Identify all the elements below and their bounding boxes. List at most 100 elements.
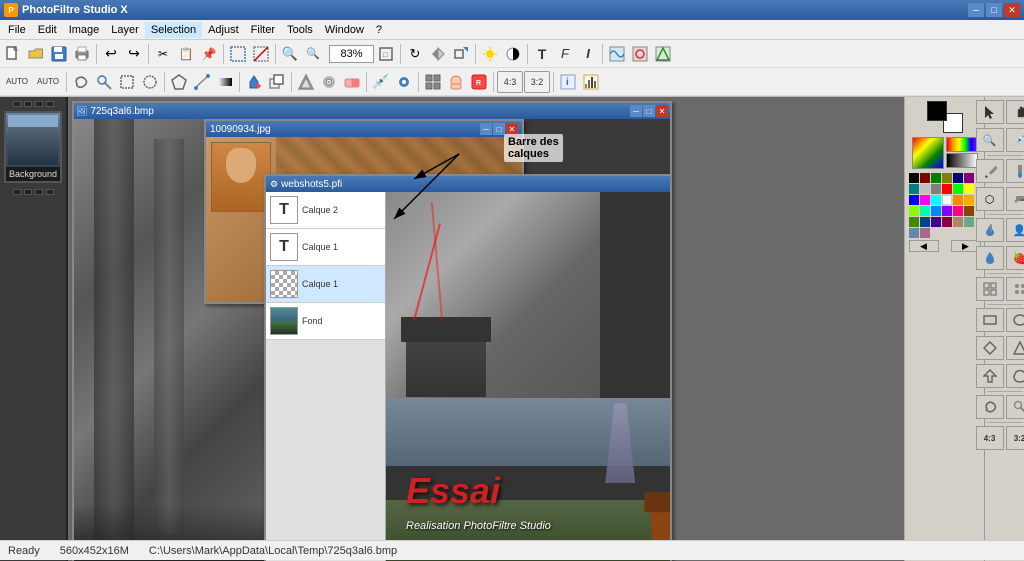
color-maroon[interactable] [920, 173, 930, 183]
tb-eraser[interactable] [341, 71, 363, 93]
tb-new[interactable] [2, 43, 24, 65]
tb-filter2[interactable] [629, 43, 651, 65]
menu-filter[interactable]: Filter [245, 22, 281, 38]
tb-histogram[interactable] [580, 71, 602, 93]
rt-rect-shape[interactable] [976, 308, 1004, 332]
tb-cut[interactable]: ✂ [152, 43, 174, 65]
tb-rect-select[interactable] [116, 71, 138, 93]
menu-tools[interactable]: Tools [281, 22, 319, 38]
rt-drop[interactable] [976, 246, 1004, 270]
rt-aspect-4-3[interactable]: 4:3 [976, 426, 1004, 450]
color-teal[interactable] [909, 184, 919, 194]
window-main-minimize[interactable]: ─ [630, 105, 642, 117]
hue-bar[interactable] [946, 137, 978, 152]
foreground-color-swatch[interactable] [927, 101, 947, 121]
app-minimize-button[interactable]: ─ [968, 3, 984, 17]
rt-diamond-shape[interactable] [976, 336, 1004, 360]
tb-zoom-out[interactable]: 🔍 [302, 43, 324, 65]
tb-aspect2[interactable]: 3:2 [524, 71, 550, 93]
rt-airbrush[interactable] [1006, 187, 1024, 211]
color-gray[interactable] [931, 184, 941, 194]
tb-select-all[interactable] [227, 43, 249, 65]
tb-brightness[interactable] [479, 43, 501, 65]
window-main-titlebar[interactable]: 🖼 725q3al6.bmp ─ □ ✕ [74, 103, 670, 119]
tb-flip[interactable] [427, 43, 449, 65]
tb-auto1[interactable]: AUTO [2, 71, 32, 93]
rt-strawberry[interactable]: 🍓 [1006, 246, 1024, 270]
rt-aspect-3-2[interactable]: 3:2 [1006, 426, 1024, 450]
menu-adjust[interactable]: Adjust [202, 22, 245, 38]
tb-mask[interactable] [445, 71, 467, 93]
window-main-maximize[interactable]: □ [643, 105, 655, 117]
rt-eyedropper[interactable]: 💉 [1006, 128, 1024, 152]
tb-undo[interactable]: ↩ [100, 43, 122, 65]
color-navy[interactable] [953, 173, 963, 183]
layer-item-fond[interactable]: Fond [266, 303, 385, 340]
color-indigo[interactable] [931, 217, 941, 227]
color-silver[interactable] [920, 184, 930, 194]
color-spring[interactable] [920, 206, 930, 216]
color-fuchsia[interactable] [920, 195, 930, 205]
tb-lasso[interactable] [70, 71, 92, 93]
tb-filter3[interactable] [652, 43, 674, 65]
rt-select-arrow[interactable] [976, 100, 1004, 124]
color-yellow[interactable] [964, 184, 974, 194]
menu-image[interactable]: Image [63, 22, 106, 38]
color-green[interactable] [931, 173, 941, 183]
rt-face[interactable]: 👤 [1006, 218, 1024, 242]
menu-layer[interactable]: Layer [105, 22, 145, 38]
menu-edit[interactable]: Edit [32, 22, 63, 38]
gray-bar[interactable] [946, 153, 978, 168]
tb-sharpen[interactable] [295, 71, 317, 93]
tb-magic-wand[interactable] [93, 71, 115, 93]
menu-help[interactable]: ? [370, 22, 388, 38]
tb-open[interactable] [25, 43, 47, 65]
color-azure[interactable] [931, 206, 941, 216]
rt-magic-wand2[interactable] [1006, 395, 1024, 419]
menu-file[interactable]: File [2, 22, 32, 38]
tb-fill[interactable] [243, 71, 265, 93]
color-lime2[interactable] [909, 206, 919, 216]
tb-blur[interactable] [318, 71, 340, 93]
menu-window[interactable]: Window [319, 22, 370, 38]
tb-text[interactable]: T [531, 43, 553, 65]
rt-arrow-shape[interactable] [976, 364, 1004, 388]
color-crimson[interactable] [942, 217, 952, 227]
tb-contrast[interactable] [502, 43, 524, 65]
tb-print[interactable] [71, 43, 93, 65]
window-main-close[interactable]: ✕ [656, 105, 668, 117]
window-jpg-minimize[interactable]: ─ [480, 123, 492, 135]
window-jpg-close[interactable]: ✕ [506, 123, 518, 135]
rt-pencil[interactable] [976, 159, 1004, 183]
tb-filter1[interactable] [606, 43, 628, 65]
color-rose[interactable] [953, 206, 963, 216]
color-black[interactable] [909, 173, 919, 183]
color-darkolive[interactable] [909, 217, 919, 227]
app-close-button[interactable]: ✕ [1004, 3, 1020, 17]
tb-ellipse-select[interactable] [139, 71, 161, 93]
zoom-input[interactable]: 83% [329, 45, 374, 63]
tb-grid[interactable] [422, 71, 444, 93]
tb-select-none[interactable] [250, 43, 272, 65]
tb-dropper[interactable]: 💉 [370, 71, 392, 93]
tb-zoom-in[interactable]: 🔍 [279, 43, 301, 65]
tb-gradient[interactable] [214, 71, 236, 93]
color-sage[interactable] [964, 217, 974, 227]
rt-fill-bucket[interactable] [976, 218, 1004, 242]
tb-aspect1[interactable]: 4:3 [497, 71, 523, 93]
color-red[interactable] [942, 184, 952, 194]
rt-rounded-rect[interactable] [1006, 364, 1024, 388]
window-jpg-restore[interactable]: □ [493, 123, 505, 135]
tb-italic[interactable]: I [577, 43, 599, 65]
app-maximize-button[interactable]: □ [986, 3, 1002, 17]
tb-polygon[interactable] [168, 71, 190, 93]
color-cyan[interactable] [931, 195, 941, 205]
tb-zoom-fit[interactable]: □ [375, 43, 397, 65]
color-tan[interactable] [953, 217, 963, 227]
layer-item-calque1b[interactable]: Calque 1 [266, 266, 385, 303]
layer-item-calque2[interactable]: T Calque 2 [266, 192, 385, 229]
rt-triangle-shape[interactable] [1006, 336, 1024, 360]
rt-ellipse-shape[interactable] [1006, 308, 1024, 332]
tb-redo[interactable]: ↪ [123, 43, 145, 65]
tb-path[interactable] [191, 71, 213, 93]
